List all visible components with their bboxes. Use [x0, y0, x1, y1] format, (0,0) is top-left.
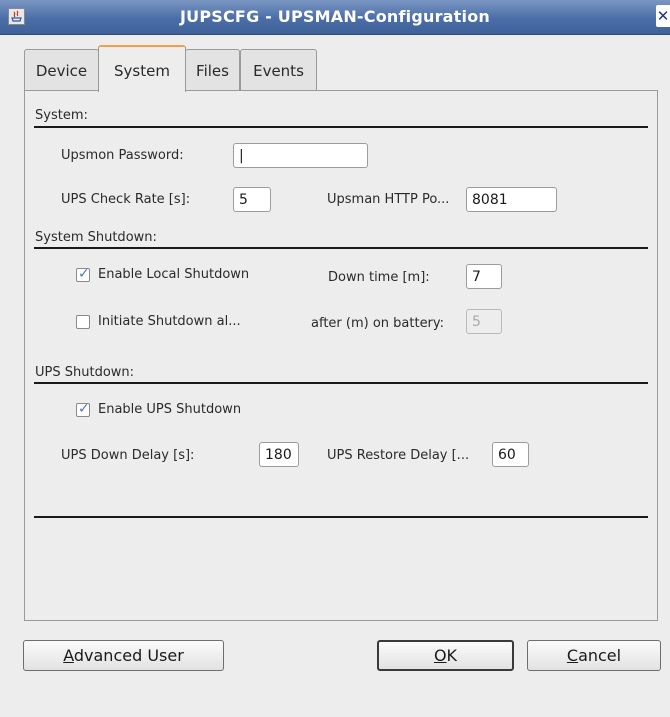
tab-events[interactable]: Events	[240, 49, 317, 91]
ups-restore-delay-label: UPS Restore Delay [...	[327, 448, 470, 463]
cancel-mnemonic: C	[566, 646, 579, 665]
ups-down-delay-field[interactable]	[259, 442, 299, 467]
advanced-user-label: dvanced User	[73, 646, 184, 665]
upsmon-password-label: Upsmon Password:	[61, 148, 184, 163]
system-separator	[34, 126, 648, 128]
upsman-http-port-label: Upsman HTTP Po...	[327, 192, 450, 207]
initiate-shutdown-label[interactable]: Initiate Shutdown al...	[98, 314, 241, 329]
checkmark-icon: ✓	[78, 266, 90, 282]
advanced-user-button[interactable]: Advanced User	[23, 640, 224, 671]
cancel-button[interactable]: Cancel	[527, 640, 661, 671]
ok-button[interactable]: OK	[377, 640, 514, 671]
down-time-label: Down time [m]:	[328, 270, 430, 285]
ups-down-delay-label: UPS Down Delay [s]:	[61, 448, 195, 463]
after-on-battery-field	[466, 309, 502, 334]
enable-ups-shutdown-checkbox[interactable]: ✓	[76, 401, 90, 417]
checkmark-icon: ✓	[78, 401, 90, 417]
ups-check-rate-field[interactable]	[233, 187, 271, 212]
upsmon-password-field[interactable]	[233, 143, 368, 168]
system-section-label: System:	[35, 108, 88, 123]
system-tab-panel: System: Upsmon Password: UPS Check Rate …	[24, 90, 658, 621]
system-shutdown-section-label: System Shutdown:	[35, 230, 157, 245]
bottom-separator	[34, 516, 648, 518]
enable-local-shutdown-label[interactable]: Enable Local Shutdown	[98, 267, 249, 282]
ok-mnemonic: O	[433, 646, 447, 665]
advanced-user-mnemonic: A	[63, 646, 74, 665]
tab-device[interactable]: Device	[24, 49, 99, 91]
upsman-http-port-field[interactable]	[466, 187, 557, 212]
initiate-shutdown-checkbox[interactable]	[76, 315, 90, 329]
enable-ups-shutdown-label[interactable]: Enable UPS Shutdown	[98, 402, 241, 417]
tab-files[interactable]: Files	[185, 49, 240, 91]
after-on-battery-label: after (m) on battery:	[311, 316, 445, 331]
system-shutdown-separator	[34, 247, 648, 249]
tab-system[interactable]: System	[98, 45, 186, 92]
enable-local-shutdown-checkbox[interactable]: ✓	[76, 266, 90, 282]
close-icon[interactable]: ✕	[656, 5, 670, 27]
ups-shutdown-separator	[34, 382, 648, 384]
ups-check-rate-label: UPS Check Rate [s]:	[61, 192, 191, 207]
ok-label: K	[446, 646, 458, 665]
window-title: JUPSCFG - UPSMAN-Configuration	[180, 7, 490, 26]
cancel-label: ancel	[578, 646, 622, 665]
ups-shutdown-section-label: UPS Shutdown:	[35, 365, 135, 380]
down-time-field[interactable]	[466, 264, 502, 289]
title-bar: JUPSCFG - UPSMAN-Configuration ✕	[0, 0, 670, 35]
ups-restore-delay-field[interactable]	[492, 442, 529, 467]
